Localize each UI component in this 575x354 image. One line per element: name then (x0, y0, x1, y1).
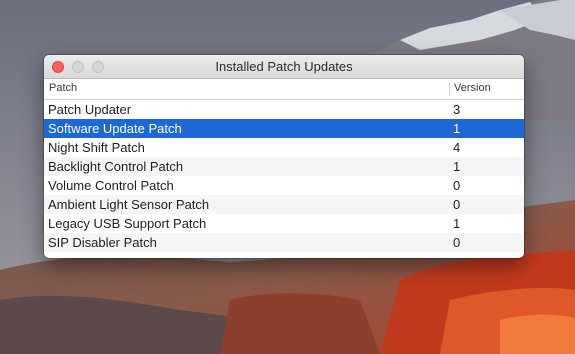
table-row[interactable]: Legacy USB Support Patch 1 (44, 214, 524, 233)
window-title: Installed Patch Updates (215, 59, 353, 74)
patch-name: Backlight Control Patch (48, 159, 184, 174)
table-row[interactable]: Patch Updater 3 (44, 100, 524, 119)
column-divider[interactable] (449, 82, 450, 96)
patch-name: Ambient Light Sensor Patch (48, 197, 210, 212)
patch-version: 1 (453, 216, 461, 231)
table-row[interactable]: Volume Control Patch 0 (44, 176, 524, 195)
patch-version: 1 (453, 121, 461, 136)
patch-version: 1 (453, 159, 461, 174)
table-header: Patch Version (44, 79, 524, 100)
patch-version: 0 (453, 178, 461, 193)
table-row[interactable]: Night Shift Patch 4 (44, 138, 524, 157)
patch-name: Volume Control Patch (48, 178, 174, 193)
table-row[interactable]: SIP Disabler Patch 0 (44, 233, 524, 252)
patch-name: Patch Updater (48, 102, 132, 117)
patch-table: Patch Updater 3 Software Update Patch 1 … (44, 100, 524, 258)
patch-name: Night Shift Patch (48, 140, 145, 155)
patch-name: Software Update Patch (48, 121, 182, 136)
installed-patch-updates-window: Installed Patch Updates Patch Version Pa… (44, 55, 524, 258)
patch-version: 0 (453, 197, 461, 212)
patch-version: 0 (453, 235, 461, 250)
patch-name: Legacy USB Support Patch (48, 216, 207, 231)
window-titlebar[interactable]: Installed Patch Updates (44, 55, 524, 79)
column-header-version[interactable]: Version (454, 82, 491, 94)
table-row[interactable]: Backlight Control Patch 1 (44, 157, 524, 176)
column-header-patch[interactable]: Patch (49, 82, 77, 94)
patch-version: 4 (453, 140, 461, 155)
patch-name: SIP Disabler Patch (48, 235, 157, 250)
patch-version: 3 (453, 102, 461, 117)
table-row[interactable]: Ambient Light Sensor Patch 0 (44, 195, 524, 214)
table-row[interactable]: Software Update Patch 1 (44, 119, 524, 138)
